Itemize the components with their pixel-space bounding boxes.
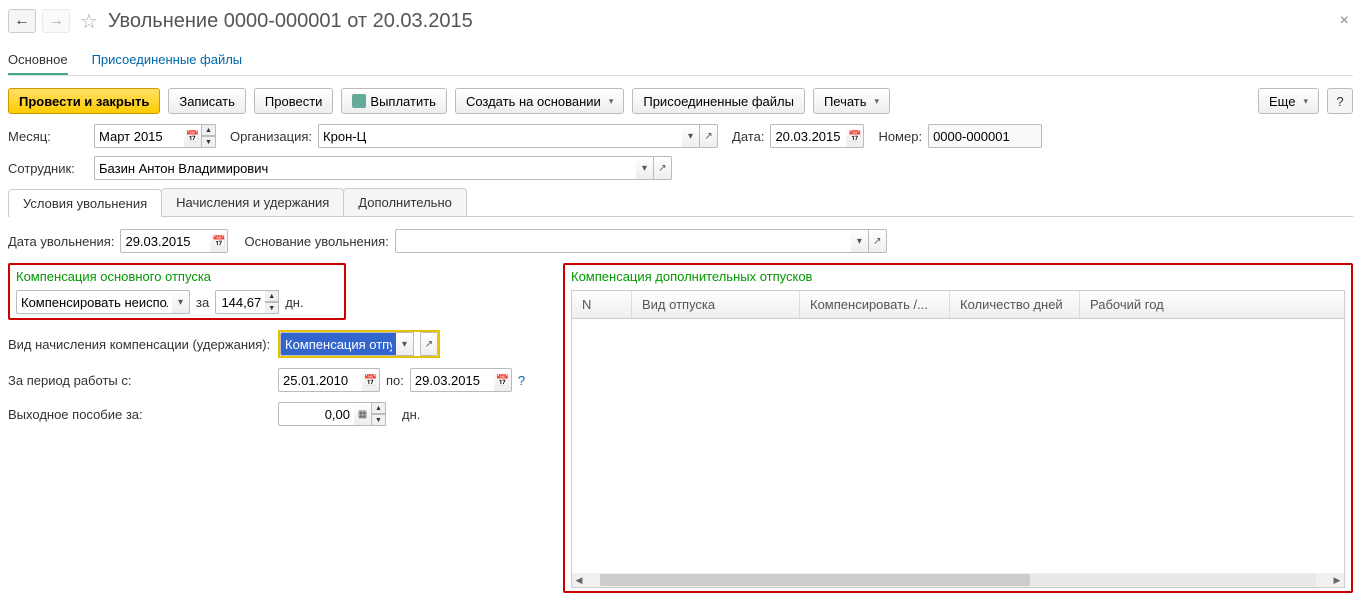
page-title: Увольнение 0000-000001 от 20.03.2015 [108,10,473,33]
tab-files[interactable]: Присоединенные файлы [92,46,243,75]
post-button[interactable]: Провести [254,88,334,114]
save-button[interactable]: Записать [168,88,246,114]
period-label: За период работы с: [8,373,272,388]
col-days: Количество дней [950,291,1080,318]
accrual-type-highlight: ▾ [278,330,440,358]
org-dropdown-icon[interactable]: ▾ [682,124,700,148]
severance-label: Выходное пособие за: [8,407,272,422]
org-open-icon[interactable] [700,124,718,148]
reason-open-icon[interactable] [869,229,887,253]
month-label: Месяц: [8,129,88,144]
money-icon [352,94,366,108]
forward-button[interactable]: → [42,9,70,33]
employee-input[interactable] [94,156,636,180]
help-button[interactable]: ? [1327,88,1353,114]
accrual-type-open-icon[interactable] [420,332,438,356]
additional-compensation-box: Компенсация дополнительных отпусков N Ви… [563,263,1353,593]
comp-mode-dropdown-icon[interactable]: ▾ [172,290,190,314]
date-input[interactable] [770,124,846,148]
month-calendar-icon[interactable] [184,124,202,148]
org-label: Организация: [230,129,312,144]
days-input[interactable] [215,290,265,314]
col-n: N [572,291,632,318]
accrual-type-dropdown-icon[interactable]: ▾ [396,332,414,356]
dismiss-date-calendar-icon[interactable] [210,229,228,253]
employee-dropdown-icon[interactable]: ▾ [636,156,654,180]
reason-input[interactable] [395,229,851,253]
col-comp: Компенсировать /... [800,291,950,318]
severance-up[interactable]: ▲ [372,402,386,414]
date-calendar-icon[interactable] [846,124,864,148]
severance-dn-label: дн. [402,407,420,422]
days-down[interactable]: ▼ [265,302,279,314]
close-icon[interactable]: × [1336,8,1353,34]
tab-main[interactable]: Основное [8,46,68,75]
severance-down[interactable]: ▼ [372,414,386,426]
employee-open-icon[interactable] [654,156,672,180]
reason-label: Основание увольнения: [244,234,388,249]
po-label: по: [386,373,404,388]
employee-label: Сотрудник: [8,161,88,176]
month-input[interactable] [94,124,184,148]
org-input[interactable] [318,124,682,148]
subtab-additional[interactable]: Дополнительно [343,188,467,216]
dismiss-date-label: Дата увольнения: [8,234,114,249]
pay-button[interactable]: Выплатить [341,88,447,114]
create-based-button[interactable]: Создать на основании [455,88,624,114]
col-year: Рабочий год [1080,291,1344,318]
main-compensation-box: Компенсация основного отпуска ▾ за ▲▼ дн… [8,263,346,320]
accrual-type-input[interactable] [280,332,396,356]
accrual-type-label: Вид начисления компенсации (удержания): [8,337,272,352]
col-type: Вид отпуска [632,291,800,318]
favorite-star-icon[interactable]: ☆ [80,9,98,34]
number-input[interactable] [928,124,1042,148]
comp-main-title: Компенсация основного отпуска [16,269,338,284]
period-from-calendar-icon[interactable] [362,368,380,392]
days-up[interactable]: ▲ [265,290,279,302]
period-from-input[interactable] [278,368,362,392]
comp-add-title: Компенсация дополнительных отпусков [571,269,1345,284]
reason-dropdown-icon[interactable]: ▾ [851,229,869,253]
period-to-input[interactable] [410,368,494,392]
dismiss-date-input[interactable] [120,229,210,253]
severance-calc-icon[interactable]: ▦ [354,402,372,426]
more-button[interactable]: Еще [1258,88,1319,114]
month-up[interactable]: ▲ [202,124,216,136]
subtab-conditions[interactable]: Условия увольнения [8,189,162,217]
back-button[interactable]: ← [8,9,36,33]
print-button[interactable]: Печать [813,88,890,114]
period-to-calendar-icon[interactable] [494,368,512,392]
date-label: Дата: [732,129,764,144]
subtab-accruals[interactable]: Начисления и удержания [161,188,344,216]
attached-files-button[interactable]: Присоединенные файлы [632,88,805,114]
severance-input[interactable] [278,402,354,426]
post-and-close-button[interactable]: Провести и закрыть [8,88,160,114]
num-label: Номер: [878,129,922,144]
month-down[interactable]: ▼ [202,136,216,148]
additional-vacation-table[interactable]: N Вид отпуска Компенсировать /... Количе… [571,290,1345,588]
dn-label: дн. [285,295,303,310]
comp-mode-input[interactable] [16,290,172,314]
table-h-scrollbar[interactable]: ◀ ▶ [572,573,1344,587]
period-help-icon[interactable]: ? [518,373,525,388]
za-label: за [196,295,209,310]
